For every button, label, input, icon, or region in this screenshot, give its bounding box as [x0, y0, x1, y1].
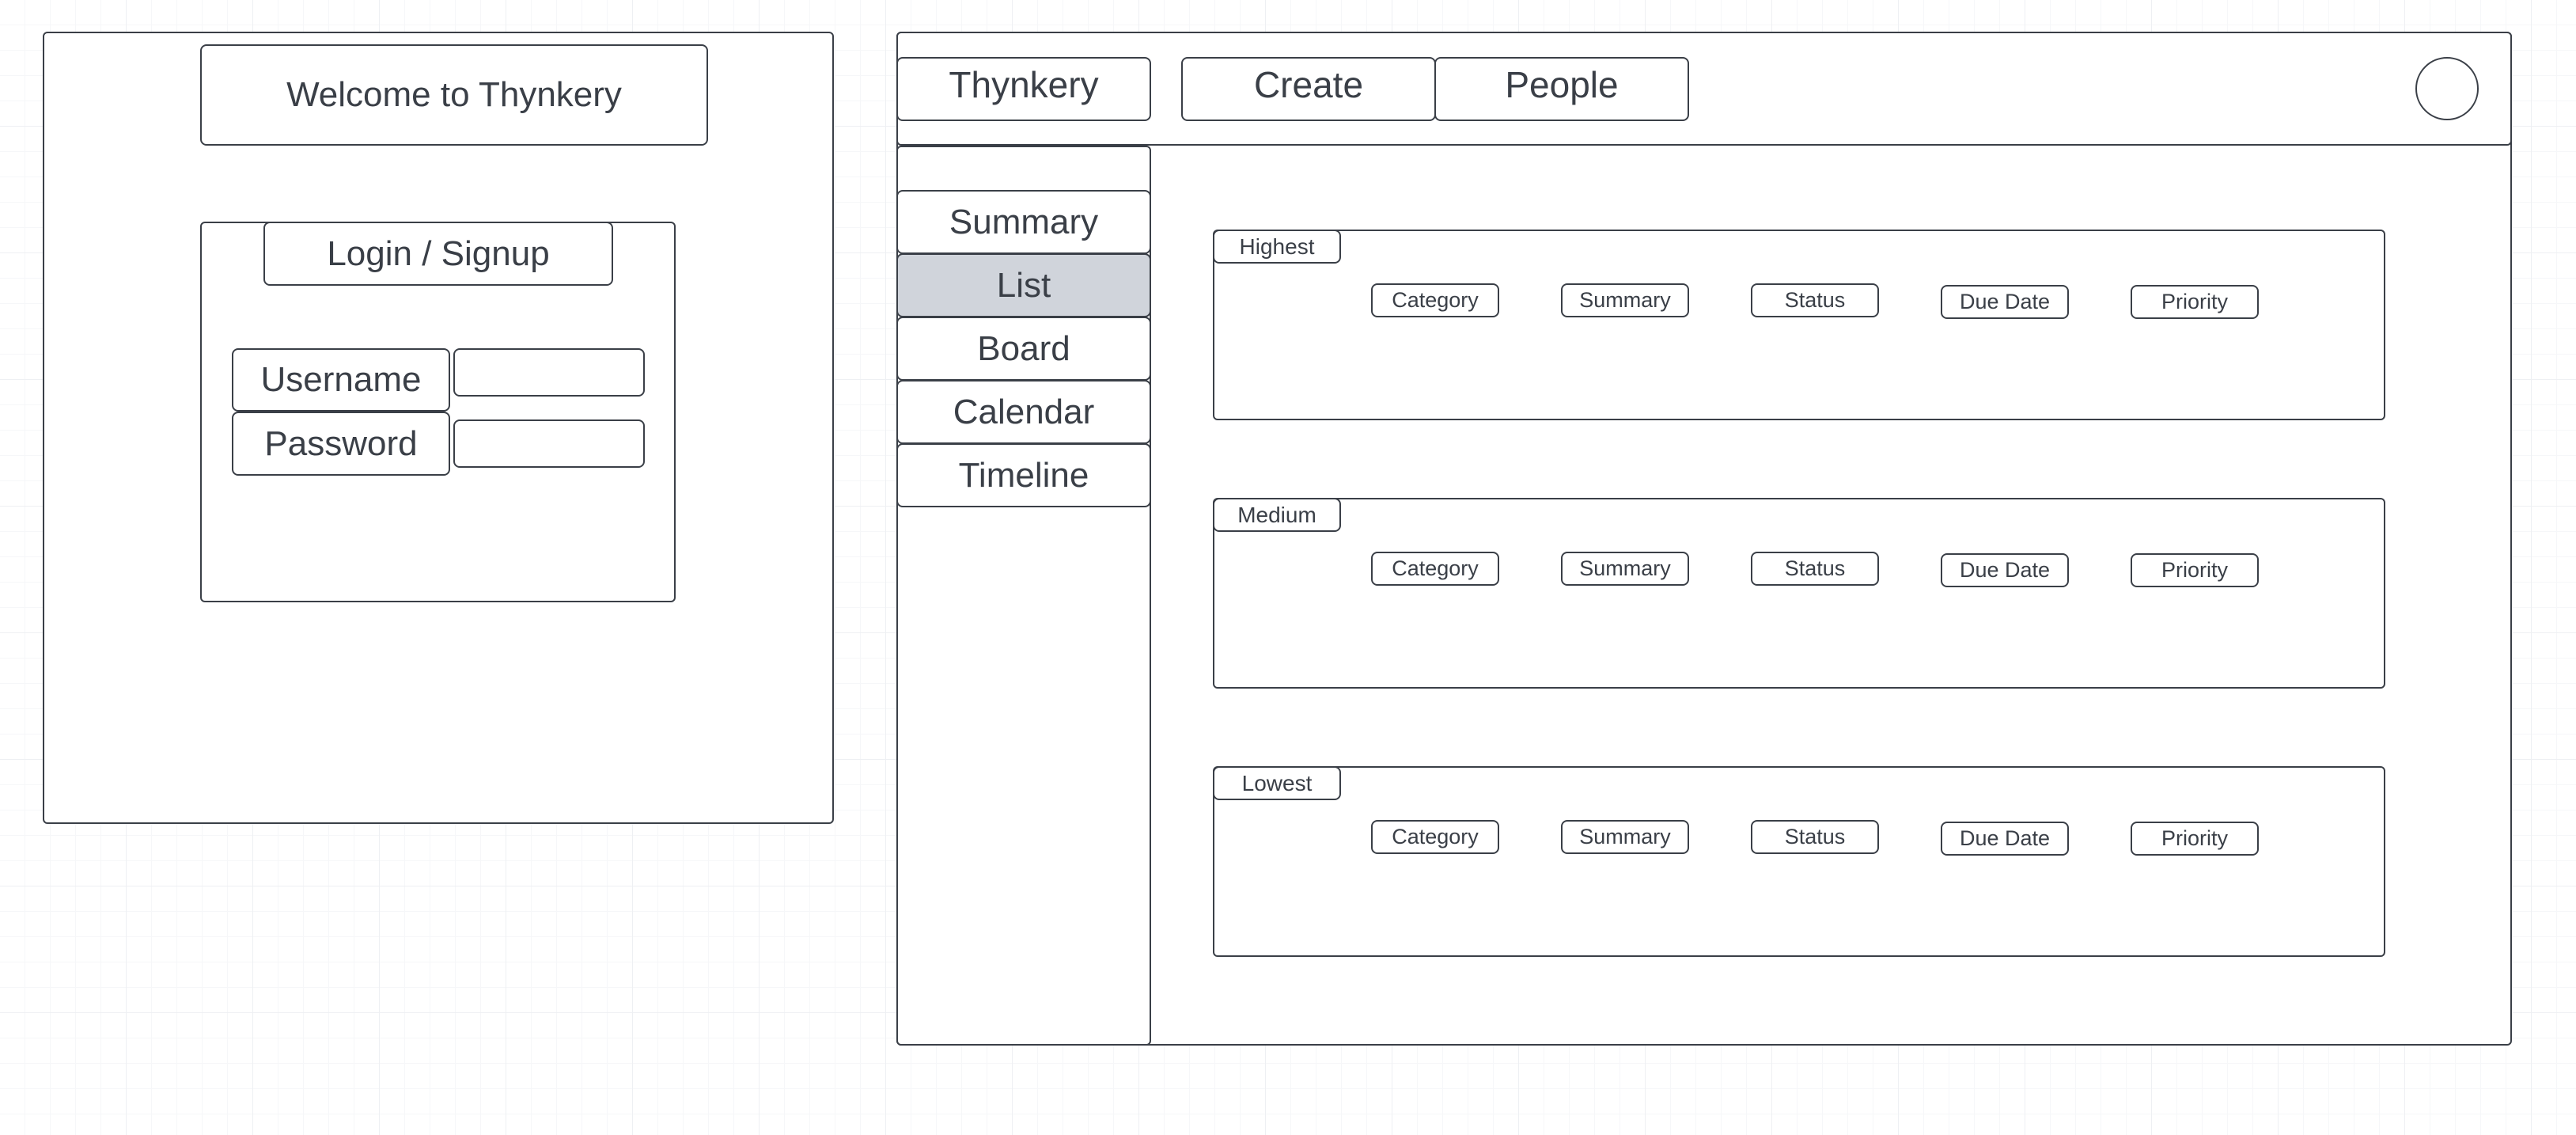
column-header-due-date[interactable]: Due Date	[1941, 553, 2069, 587]
username-input[interactable]	[453, 348, 645, 397]
sidebar-item-summary[interactable]: Summary	[896, 190, 1151, 254]
brand-button[interactable]: Thynkery	[896, 57, 1151, 121]
column-header-due-date[interactable]: Due Date	[1941, 822, 2069, 856]
column-header-summary[interactable]: Summary	[1561, 283, 1689, 317]
sidebar-item-board[interactable]: Board	[896, 317, 1151, 381]
column-header-priority[interactable]: Priority	[2131, 285, 2259, 319]
sidebar-item-list[interactable]: List	[896, 253, 1151, 317]
group-title-medium: Medium	[1213, 498, 1341, 532]
password-input[interactable]	[453, 419, 645, 468]
sidebar-item-calendar[interactable]: Calendar	[896, 380, 1151, 444]
priority-group-medium	[1213, 498, 2385, 689]
column-header-category[interactable]: Category	[1371, 820, 1499, 854]
welcome-title: Welcome to Thynkery	[200, 44, 708, 146]
priority-group-highest	[1213, 230, 2385, 420]
column-header-status[interactable]: Status	[1751, 552, 1879, 586]
people-button[interactable]: People	[1434, 57, 1689, 121]
create-button[interactable]: Create	[1181, 57, 1436, 121]
column-header-category[interactable]: Category	[1371, 283, 1499, 317]
column-header-summary[interactable]: Summary	[1561, 820, 1689, 854]
column-header-status[interactable]: Status	[1751, 283, 1879, 317]
column-header-status[interactable]: Status	[1751, 820, 1879, 854]
sidebar-item-timeline[interactable]: Timeline	[896, 443, 1151, 507]
priority-group-lowest	[1213, 766, 2385, 957]
group-title-highest: Highest	[1213, 230, 1341, 264]
username-label: Username	[232, 348, 450, 412]
column-header-category[interactable]: Category	[1371, 552, 1499, 586]
column-header-due-date[interactable]: Due Date	[1941, 285, 2069, 319]
column-header-priority[interactable]: Priority	[2131, 553, 2259, 587]
group-title-lowest: Lowest	[1213, 766, 1341, 800]
login-signup-title: Login / Signup	[263, 222, 613, 286]
avatar[interactable]	[2415, 57, 2479, 120]
password-label: Password	[232, 412, 450, 476]
column-header-summary[interactable]: Summary	[1561, 552, 1689, 586]
column-header-priority[interactable]: Priority	[2131, 822, 2259, 856]
